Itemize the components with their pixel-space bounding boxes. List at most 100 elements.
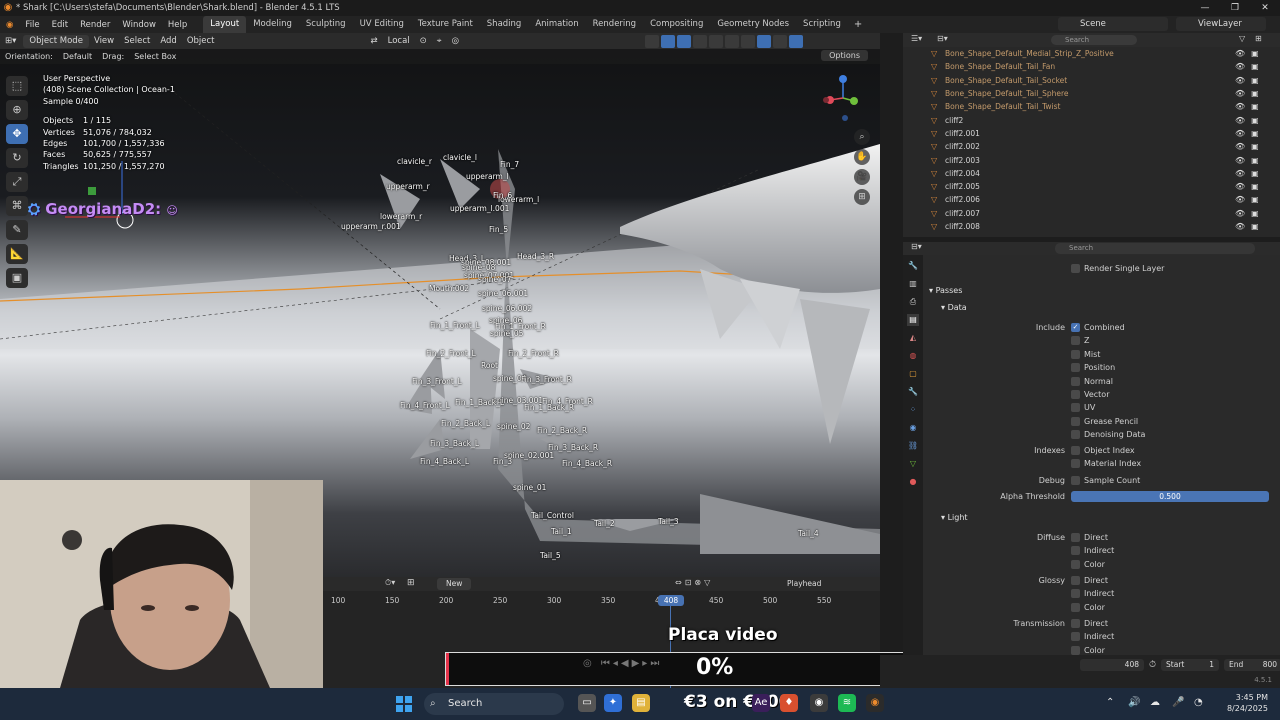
options-dropdown[interactable]: Options — [821, 50, 868, 61]
file-explorer-icon[interactable]: ▤ — [632, 694, 650, 712]
ortho-grid-icon[interactable]: ⊞ — [854, 189, 870, 205]
physics-tab-icon[interactable]: ◉ — [907, 422, 919, 434]
rotate-tool-icon[interactable]: ↻ — [6, 148, 28, 168]
outliner-item[interactable]: ▽ cliff2 👁 ▣ — [903, 114, 1280, 127]
object-index-checkbox[interactable]: Object Index — [1071, 446, 1135, 455]
tab-shading[interactable]: Shading — [480, 16, 529, 33]
modifier-tab-icon[interactable]: 🔧 — [907, 386, 919, 398]
include-pass-checkbox[interactable]: Denoising Data — [1071, 430, 1145, 440]
proportional-edit-icon[interactable]: ◎ — [447, 36, 464, 46]
eye-icon[interactable]: 👁 — [1235, 76, 1245, 85]
outliner-visibility-toggles[interactable]: 👁 ▣ — [1235, 209, 1259, 218]
mode-dropdown[interactable]: Object Mode — [23, 34, 89, 48]
outliner-visibility-toggles[interactable]: 👁 ▣ — [1235, 169, 1259, 178]
material-index-checkbox[interactable]: Material Index — [1071, 459, 1141, 468]
include-pass-checkbox[interactable]: Normal — [1071, 376, 1113, 386]
blender-taskbar-icon[interactable]: ◉ — [866, 694, 884, 712]
outliner-visibility-toggles[interactable]: 👁 ▣ — [1235, 62, 1259, 71]
new-action-button[interactable]: New — [437, 578, 472, 590]
eye-icon[interactable]: 👁 — [1235, 62, 1245, 71]
camera-render-icon[interactable]: ▣ — [1251, 209, 1259, 218]
outliner-item[interactable]: ▽ cliff2.006 👁 ▣ — [903, 193, 1280, 206]
material-shading-icon[interactable] — [741, 34, 755, 48]
light-pass-checkbox[interactable]: Indirect — [1071, 589, 1114, 599]
eye-icon[interactable]: 👁 — [1235, 89, 1245, 98]
pan-hand-icon[interactable]: ✋ — [854, 149, 870, 165]
tool-tab-icon[interactable]: 🔧 — [907, 260, 919, 272]
camera-view-icon[interactable]: 🎥 — [854, 169, 870, 185]
world-tab-icon[interactable]: ◍ — [907, 350, 919, 362]
outliner-item[interactable]: ▽ cliff2.007 👁 ▣ — [903, 207, 1280, 220]
zoom-icon[interactable]: ⌕ — [854, 129, 870, 145]
outliner-item[interactable]: ▽ cliff2.002 👁 ▣ — [903, 140, 1280, 153]
light-pass-checkbox[interactable]: Color — [1071, 559, 1105, 569]
outliner-item[interactable]: ▽ cliff2.001 👁 ▣ — [903, 127, 1280, 140]
eye-icon[interactable]: 👁 — [1235, 195, 1245, 204]
add-workspace-button[interactable]: + — [848, 19, 868, 30]
blender-menu-icon[interactable]: ◉ — [0, 20, 19, 30]
light-pass-checkbox[interactable]: Direct — [1071, 533, 1108, 542]
camera-render-icon[interactable]: ▣ — [1251, 102, 1259, 111]
tab-uv-editing[interactable]: UV Editing — [353, 16, 411, 33]
sample-count-checkbox[interactable]: Sample Count — [1071, 476, 1140, 485]
outliner-item[interactable]: ▽ Bone_Shape_Default_Tail_Fan 👁 ▣ — [903, 60, 1280, 73]
render-single-layer-checkbox[interactable]: Render Single Layer — [1071, 264, 1164, 273]
menu-edit[interactable]: Edit — [46, 20, 74, 30]
outliner-editor-icon[interactable]: ☰▾ — [911, 34, 922, 43]
playhead-dropdown[interactable]: Playhead — [787, 578, 821, 590]
light-pass-checkbox[interactable]: Color — [1071, 602, 1105, 612]
eye-icon[interactable]: 👁 — [1235, 116, 1245, 125]
camera-render-icon[interactable]: ▣ — [1251, 169, 1259, 178]
outliner-visibility-toggles[interactable]: 👁 ▣ — [1235, 142, 1259, 151]
light-subsection-header[interactable]: ▾ Light — [941, 513, 968, 522]
tab-texture-paint[interactable]: Texture Paint — [411, 16, 480, 33]
copilot-icon[interactable]: ✦ — [604, 694, 622, 712]
view-layer-tab-icon[interactable]: ▤ — [907, 314, 919, 326]
tab-layout[interactable]: Layout — [203, 16, 247, 33]
shading-options-icon[interactable] — [773, 34, 787, 48]
pivot-icon[interactable]: ⊙ — [415, 36, 432, 46]
outliner-visibility-toggles[interactable]: 👁 ▣ — [1235, 89, 1259, 98]
new-collection-icon[interactable]: ⊞ — [1255, 34, 1262, 43]
light-pass-checkbox[interactable]: Direct — [1071, 576, 1108, 585]
timeline-filters-icon[interactable]: ⇔⊡⊗▽ — [675, 578, 713, 587]
outliner-item[interactable]: ▽ cliff2.003 👁 ▣ — [903, 153, 1280, 166]
outliner-filter-icon[interactable]: ▽ — [1239, 34, 1245, 43]
eye-icon[interactable]: 👁 — [1235, 156, 1245, 165]
camera-render-icon[interactable]: ▣ — [1251, 222, 1259, 231]
eye-icon[interactable]: 👁 — [1235, 129, 1245, 138]
taskbar-clock[interactable]: 3:45 PM 8/24/2025 — [1224, 692, 1268, 714]
include-pass-checkbox[interactable]: Grease Pencil — [1071, 416, 1138, 426]
rendered-shading-icon[interactable] — [757, 34, 771, 48]
navigation-gizmo[interactable] — [818, 73, 868, 123]
include-pass-checkbox[interactable]: Mist — [1071, 349, 1100, 359]
menu-select[interactable]: Select — [119, 36, 155, 46]
timeline-editor-icon[interactable]: ⏱▾ — [385, 578, 395, 588]
move-tool-icon[interactable]: ✥ — [6, 124, 28, 144]
passes-section-header[interactable]: ▾ Passes — [929, 286, 962, 295]
view-layer-selector[interactable]: ViewLayer — [1176, 17, 1266, 31]
alpha-threshold-slider[interactable]: 0.500 — [1071, 491, 1269, 502]
eye-icon[interactable]: 👁 — [1235, 142, 1245, 151]
outliner-visibility-toggles[interactable]: 👁 ▣ — [1235, 222, 1259, 231]
include-pass-checkbox[interactable]: UV — [1071, 403, 1095, 413]
scene-selector[interactable]: Scene — [1058, 17, 1168, 31]
scale-tool-icon[interactable]: ⤢ — [6, 172, 28, 192]
object-tab-icon[interactable]: ▢ — [907, 368, 919, 380]
tab-scripting[interactable]: Scripting — [796, 16, 848, 33]
light-pass-checkbox[interactable]: Color — [1071, 645, 1105, 655]
solid-shading-icon[interactable] — [725, 34, 739, 48]
taskbar-search[interactable]: Search — [424, 693, 564, 715]
eye-icon[interactable]: 👁 — [1235, 102, 1245, 111]
include-pass-checkbox[interactable]: Position — [1071, 363, 1115, 373]
camera-render-icon[interactable]: ▣ — [1251, 195, 1259, 204]
menu-object[interactable]: Object — [182, 36, 220, 46]
start-frame-field[interactable]: Start 1 — [1161, 659, 1220, 671]
light-pass-checkbox[interactable]: Direct — [1071, 619, 1108, 628]
measure-tool-icon[interactable]: 📐 — [6, 244, 28, 264]
cursor-tool-icon[interactable]: ⊕ — [6, 100, 28, 120]
tab-modeling[interactable]: Modeling — [246, 16, 299, 33]
after-effects-icon[interactable]: Ae — [752, 694, 770, 712]
pause-render-icon[interactable] — [789, 34, 803, 48]
volume-icon[interactable]: 🔊 — [1128, 697, 1140, 708]
